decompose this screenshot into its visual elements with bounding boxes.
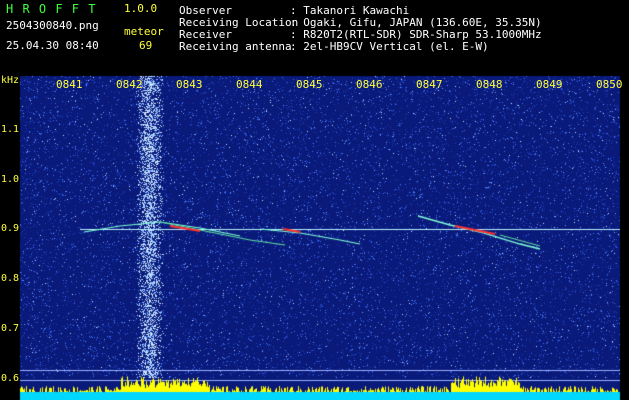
y-tick-label: 0.6 xyxy=(1,373,20,384)
antenna-value: : 2el-HB9CV Vertical (el. E-W) xyxy=(290,40,489,53)
spectrogram-canvas xyxy=(0,0,629,400)
x-tick-label: 0847 xyxy=(416,78,443,91)
x-tick-label: 0844 xyxy=(236,78,263,91)
file-name: 2504300840.png xyxy=(6,19,99,32)
y-tick-label: 0.9 xyxy=(1,223,20,234)
y-tick-label: 0.8 xyxy=(1,273,20,284)
y-tick-label: 1.0 xyxy=(1,174,20,185)
x-tick-label: 0842 xyxy=(116,78,143,91)
hrofft-window: H R O F F T 1.0.0 2504300840.png 25.04.3… xyxy=(0,0,629,400)
y-axis-unit: kHz xyxy=(1,75,20,86)
y-tick-label: 1.1 xyxy=(1,124,20,135)
y-tick-label: 0.7 xyxy=(1,323,20,334)
app-version: 1.0.0 xyxy=(124,2,158,15)
x-tick-label: 0850 xyxy=(596,78,623,91)
x-tick-label: 0841 xyxy=(56,78,83,91)
meteor-count: 69 xyxy=(139,39,153,52)
app-title: H R O F F T xyxy=(6,2,97,16)
x-tick-label: 0846 xyxy=(356,78,383,91)
x-tick-label: 0848 xyxy=(476,78,503,91)
x-tick-label: 0845 xyxy=(296,78,323,91)
meteor-label: meteor xyxy=(124,25,164,38)
x-tick-label: 0843 xyxy=(176,78,203,91)
date-time: 25.04.30 08:40 xyxy=(6,39,99,52)
antenna-label: Receiving antenna xyxy=(179,40,292,53)
x-tick-label: 0849 xyxy=(536,78,563,91)
